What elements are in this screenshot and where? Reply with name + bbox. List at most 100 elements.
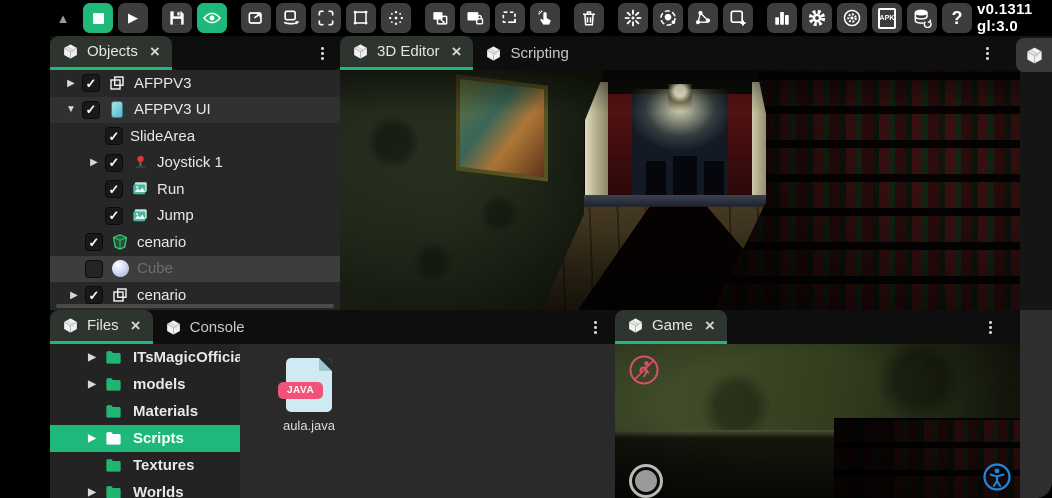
game-menu-button[interactable] [982,319,998,335]
expand-arrow-icon[interactable]: ▶ [60,78,82,89]
pivot-tool-button[interactable] [381,3,411,33]
stop-button[interactable] [83,3,113,33]
files-panel: Files × Console ▶ ITsMagicOfficia ▶ mode… [50,310,615,498]
expand-arrow-icon[interactable]: ▶ [80,433,104,444]
visibility-checkbox[interactable]: ✓ [82,74,100,92]
visibility-checkbox[interactable]: ✓ [85,286,103,304]
export-apk-button[interactable]: APK [872,3,902,33]
sun-burst-icon [623,8,643,28]
project-settings-button[interactable] [837,3,867,33]
tree-item[interactable]: Materials [50,398,240,425]
accessibility-button[interactable] [982,462,1012,492]
stats-button[interactable] [767,3,797,33]
orbit-button[interactable] [653,3,683,33]
package-icon [485,45,502,62]
flare-button[interactable] [618,3,648,33]
duplicate-button[interactable] [425,3,455,33]
move-tool-button[interactable] [241,3,271,33]
tab-console[interactable]: Console [153,310,257,344]
expand-button[interactable]: ▲ [48,3,78,33]
visibility-checkbox[interactable]: ✓ [105,180,123,198]
tab-3d-editor[interactable]: 3D Editor × [340,36,473,70]
rect-lock-icon [465,8,485,28]
check-icon: ✓ [86,77,97,90]
right-strip [1020,36,1052,498]
hierarchy-tree: ▶ ✓ AFPPV3 ▼ ✓ AFPPV3 UI ✓ SlideArea ▶ ✓ [50,70,340,310]
tree-item-label: Worlds [133,484,184,498]
expand-arrow-icon[interactable]: ▶ [80,379,104,390]
tree-item[interactable]: ▶ ITsMagicOfficia [50,344,240,371]
stop-icon [93,13,104,24]
check-icon: ✓ [109,209,120,222]
horizontal-scrollbar[interactable] [56,304,334,308]
folder-icon [104,375,124,395]
scale-tool-button[interactable] [311,3,341,33]
tree-item[interactable]: Textures [50,452,240,479]
hierarchy-item[interactable]: ▶ ✓ AFPPV3 [50,70,340,97]
help-button[interactable]: ? [942,3,972,33]
editor-menu-button[interactable] [979,45,995,61]
visibility-checkbox[interactable]: ✓ [105,154,123,172]
close-icon[interactable]: × [131,317,141,334]
preview-button[interactable] [197,3,227,33]
save-button[interactable] [162,3,192,33]
visibility-checkbox[interactable] [85,260,103,278]
3d-editor-viewport[interactable] [340,70,1020,310]
close-icon[interactable]: × [452,43,462,60]
visibility-checkbox[interactable]: ✓ [85,233,103,251]
lock-button[interactable] [460,3,490,33]
tree-item[interactable]: ▶ Worlds [50,479,240,498]
corner-brackets-icon [316,8,336,28]
play-button[interactable]: ▶ [118,3,148,33]
settings-button[interactable] [802,3,832,33]
joystick-knob [635,470,657,492]
files-menu-button[interactable] [587,319,603,335]
tab-console-label: Console [190,319,245,336]
pointer-button[interactable] [530,3,560,33]
tab-objects[interactable]: Objects × [50,36,172,70]
add-object-button[interactable] [723,3,753,33]
hierarchy-item[interactable]: ✓ Jump [50,203,340,230]
clone-button[interactable] [495,3,525,33]
tab-files[interactable]: Files × [50,310,153,344]
side-panel-toggle[interactable] [1016,38,1052,72]
hierarchy-item[interactable]: ▼ ✓ AFPPV3 UI [50,97,340,124]
collapse-arrow-icon[interactable]: ▼ [60,104,82,115]
tab-scripting[interactable]: Scripting [473,36,580,70]
run-button-overlay[interactable] [628,354,660,386]
tab-game[interactable]: Game × [615,310,727,344]
rect-transform-button[interactable] [346,3,376,33]
rotate-tool-button[interactable] [276,3,306,33]
objects-menu-button[interactable] [314,45,330,61]
hierarchy-item[interactable]: ✓ Run [50,176,340,203]
folder-icon [104,348,124,368]
question-mark-icon: ? [952,8,963,29]
hierarchy-item[interactable]: ✓ cenario [50,229,340,256]
hierarchy-item[interactable]: ✓ SlideArea [50,123,340,150]
close-icon[interactable]: × [150,43,160,60]
backup-button[interactable] [907,3,937,33]
game-viewport[interactable] [615,344,1020,498]
joystick-overlay[interactable] [629,464,663,498]
tree-item[interactable]: ▶ models [50,371,240,398]
delete-button[interactable] [574,3,604,33]
hierarchy-item-label: AFPPV3 [134,75,192,92]
node-graph-button[interactable] [688,3,718,33]
hierarchy-item-label: AFPPV3 UI [134,101,211,118]
expand-arrow-icon[interactable]: ▶ [63,290,85,301]
eye-icon [202,8,222,28]
visibility-checkbox[interactable]: ✓ [82,101,100,119]
file-item-aula-java[interactable]: JAVA aula.java [272,358,346,433]
expand-arrow-icon[interactable]: ▶ [80,487,104,498]
expand-arrow-icon[interactable]: ▶ [83,157,105,168]
hierarchy-item-label: Jump [157,207,194,224]
objects-tabbar: Objects × [50,36,340,70]
close-icon[interactable]: × [705,317,715,334]
expand-arrow-icon[interactable]: ▶ [80,352,104,363]
hierarchy-item[interactable]: ▶ ✓ Joystick 1 [50,150,340,177]
check-icon: ✓ [109,156,120,169]
tree-item-selected[interactable]: ▶ Scripts [50,425,240,452]
hierarchy-item[interactable]: Cube [50,256,340,283]
visibility-checkbox[interactable]: ✓ [105,127,123,145]
visibility-checkbox[interactable]: ✓ [105,207,123,225]
